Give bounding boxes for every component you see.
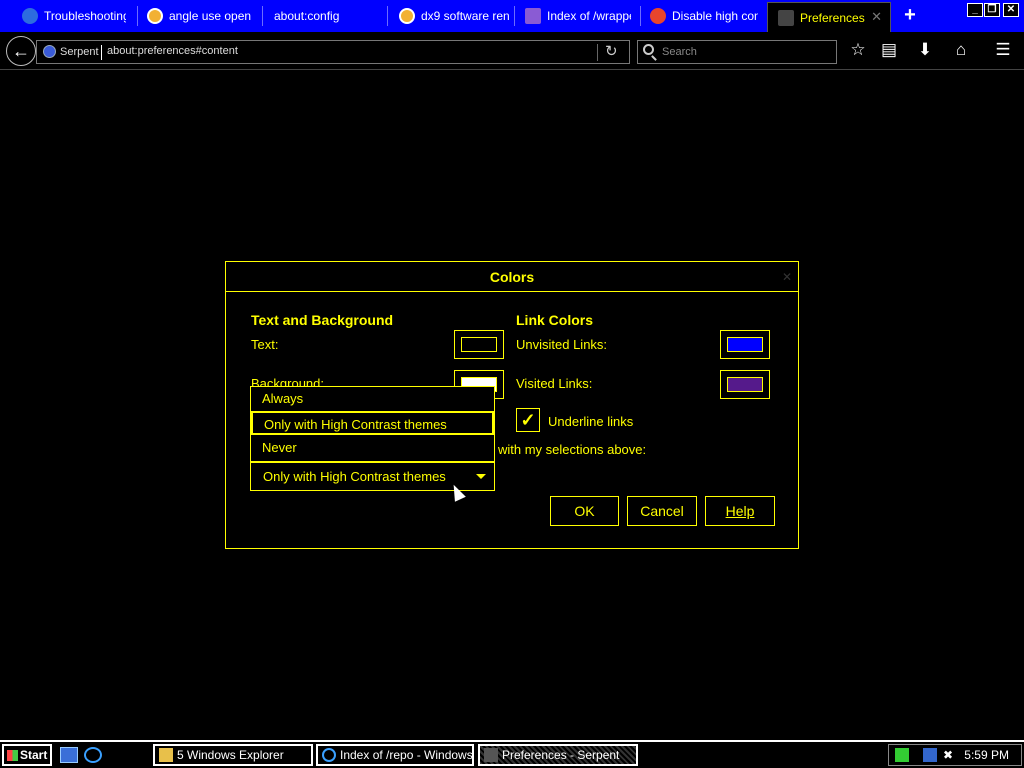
tab-label: Preferences: [800, 10, 865, 25]
dialog-title: Colors: [226, 262, 798, 292]
taskbar-preferences-serpent[interactable]: Preferences - Serpent: [478, 744, 638, 766]
home-icon[interactable]: ⌂: [950, 40, 972, 60]
tab-preferences[interactable]: Preferences ✕: [767, 2, 891, 32]
tab-label: about:config: [274, 9, 340, 23]
internet-explorer-icon: [322, 748, 336, 762]
tab-disable-high-contrast[interactable]: Disable high contr: [650, 3, 758, 29]
unvisited-links-label: Unvisited Links:: [516, 337, 608, 352]
close-icon[interactable]: ✕: [782, 270, 792, 284]
identity-label: Serpent: [60, 45, 99, 58]
firefox-icon: [650, 8, 666, 24]
unvisited-links-picker[interactable]: [720, 330, 770, 359]
tab-separator: [640, 6, 641, 26]
folder-icon: [159, 748, 173, 762]
cancel-button[interactable]: Cancel: [627, 496, 697, 526]
globe-icon: [43, 45, 56, 58]
system-tray: ✖ 5:59 PM: [888, 744, 1022, 766]
option-always[interactable]: Always: [251, 387, 494, 411]
tab-angle[interactable]: angle use opengl: [147, 3, 251, 29]
volume-muted-icon[interactable]: ✖: [943, 748, 957, 762]
bookmark-star-icon[interactable]: ☆: [847, 40, 869, 60]
new-tab-button[interactable]: +: [899, 4, 921, 26]
url-text[interactable]: about:preferences#content: [107, 45, 238, 57]
text-color-swatch: [461, 337, 497, 352]
start-label: Start: [20, 748, 48, 762]
url-bar[interactable]: Serpent about:preferences#content ↻: [36, 40, 630, 64]
tab-about-config[interactable]: about:config: [274, 3, 384, 29]
start-button[interactable]: Start: [2, 744, 52, 766]
search-input[interactable]: [662, 44, 832, 60]
close-window-button[interactable]: ✕: [1003, 3, 1019, 17]
tab-label: Troubleshooting I: [44, 9, 126, 23]
search-icon: [643, 44, 654, 55]
option-never[interactable]: Never: [251, 436, 494, 460]
unvisited-links-swatch: [727, 337, 763, 352]
security-shield-icon[interactable]: [895, 748, 909, 762]
download-icon[interactable]: ⬇: [914, 40, 936, 60]
visited-links-swatch: [727, 377, 763, 392]
colors-dialog: Colors ✕ Text and Background Text: Backg…: [225, 261, 799, 549]
navigation-toolbar: ← Serpent about:preferences#content ↻ ☆ …: [0, 32, 1024, 70]
windows-flag-icon: [7, 750, 18, 761]
gear-icon: [778, 9, 794, 26]
taskbar-index-repo[interactable]: Index of /repo - Windows...: [316, 744, 474, 766]
close-tab-icon[interactable]: ✕: [871, 9, 882, 25]
tab-label: Disable high contr: [672, 9, 758, 23]
ok-button[interactable]: OK: [550, 496, 619, 526]
chevron-down-icon: [476, 474, 486, 479]
text-color-label: Text:: [251, 337, 279, 352]
url-caret: [101, 45, 102, 60]
taskbar-label: 5 Windows Explorer: [177, 748, 284, 762]
network-icon[interactable]: [923, 748, 937, 762]
tab-dx9[interactable]: dx9 software rend: [399, 3, 509, 29]
reading-list-icon[interactable]: ▤: [878, 40, 900, 60]
taskbar-windows-explorer[interactable]: 5 Windows Explorer: [153, 744, 313, 766]
duckduckgo-icon: [399, 8, 415, 24]
visited-links-label: Visited Links:: [516, 376, 593, 391]
tab-separator: [387, 6, 388, 26]
override-colors-label: with my selections above:: [498, 442, 647, 457]
override-dropdown-list: Always Only with High Contrast themes Ne…: [250, 386, 495, 462]
override-selected-value: Only with High Contrast themes: [263, 469, 446, 484]
restore-button[interactable]: ❐: [984, 3, 1000, 17]
duckduckgo-icon: [147, 8, 163, 24]
help-button[interactable]: Help: [705, 496, 775, 526]
minimize-button[interactable]: _: [967, 3, 983, 17]
underline-links-label[interactable]: Underline links: [548, 414, 633, 429]
tab-index-wrapper[interactable]: Index of /wrapper: [525, 3, 631, 29]
clock[interactable]: 5:59 PM: [964, 748, 1009, 762]
tab-separator: [262, 6, 263, 26]
tab-label: Index of /wrapper: [547, 9, 631, 23]
tab-troubleshooting[interactable]: Troubleshooting I: [22, 3, 126, 29]
serpent-logo-icon: [22, 8, 38, 24]
show-desktop-icon[interactable]: [60, 747, 78, 763]
reload-icon[interactable]: ↻: [605, 42, 618, 60]
tab-separator: [137, 6, 138, 26]
url-divider: [597, 44, 598, 61]
back-button[interactable]: ←: [6, 36, 36, 66]
page-icon: [525, 8, 541, 24]
search-bar[interactable]: [637, 40, 837, 64]
tab-label: angle use opengl: [169, 9, 251, 23]
menu-icon[interactable]: ☰: [992, 40, 1014, 60]
link-colors-heading: Link Colors: [516, 312, 594, 328]
text-color-picker[interactable]: [454, 330, 504, 359]
identity-box[interactable]: Serpent: [43, 45, 99, 58]
taskbar: Start 5 Windows Explorer Index of /repo …: [0, 740, 1024, 768]
visited-links-picker[interactable]: [720, 370, 770, 399]
option-high-contrast-only[interactable]: Only with High Contrast themes: [251, 411, 494, 435]
tab-separator: [514, 6, 515, 26]
serpent-logo-icon: [484, 748, 498, 762]
internet-explorer-icon[interactable]: [84, 747, 102, 763]
text-background-heading: Text and Background: [251, 312, 394, 328]
taskbar-label: Index of /repo - Windows...: [340, 748, 474, 762]
underline-links-checkbox[interactable]: ✓: [516, 408, 540, 432]
taskbar-label: Preferences - Serpent: [502, 748, 620, 762]
tab-bar: Troubleshooting I angle use opengl about…: [0, 0, 1024, 32]
tab-label: dx9 software rend: [421, 9, 509, 23]
